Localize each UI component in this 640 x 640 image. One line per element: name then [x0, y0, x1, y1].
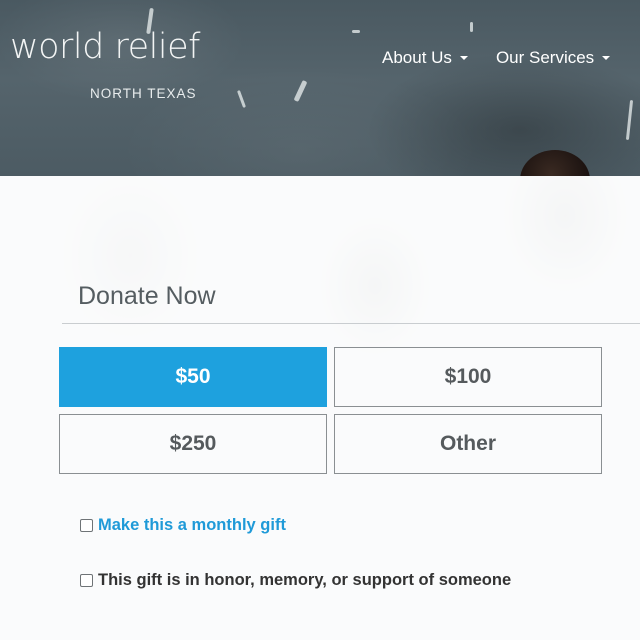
nav-our-services[interactable]: Our Services — [495, 48, 611, 68]
nav-about-us[interactable]: About Us — [382, 48, 468, 68]
chalk-mark — [470, 22, 473, 32]
nav-about-us-label: About Us — [382, 48, 452, 67]
amount-250-button[interactable]: $250 — [59, 414, 327, 474]
chalk-mark — [237, 90, 246, 108]
photo-figure — [520, 150, 590, 176]
logo-subtitle: NORTH TEXAS — [90, 86, 197, 101]
site-logo[interactable]: world relief NORTH TEXAS — [10, 27, 200, 102]
honor-gift-option: This gift is in honor, memory, or suppor… — [80, 571, 511, 590]
logo-wordmark: world relief — [10, 27, 200, 67]
chalk-mark — [352, 30, 360, 33]
nav-our-services-label: Our Services — [495, 48, 595, 67]
amount-100-button[interactable]: $100 — [334, 347, 602, 407]
caret-down-icon — [602, 56, 611, 60]
honor-gift-checkbox[interactable] — [80, 574, 93, 587]
title-divider — [62, 323, 640, 324]
monthly-gift-option: Make this a monthly gift — [80, 516, 286, 535]
amount-other-button[interactable]: Other — [334, 414, 602, 474]
monthly-gift-label[interactable]: Make this a monthly gift — [98, 516, 286, 535]
caret-down-icon — [459, 56, 468, 60]
chalk-mark — [293, 79, 308, 103]
amount-50-button[interactable]: $50 — [59, 347, 327, 407]
site-header: world relief NORTH TEXAS About Us Our Se… — [0, 0, 640, 176]
main-nav: About Us Our Services — [382, 48, 611, 68]
donate-title: Donate Now — [78, 282, 216, 310]
chalk-mark — [625, 99, 634, 141]
monthly-gift-checkbox[interactable] — [80, 519, 93, 532]
honor-gift-label[interactable]: This gift is in honor, memory, or suppor… — [98, 571, 511, 590]
